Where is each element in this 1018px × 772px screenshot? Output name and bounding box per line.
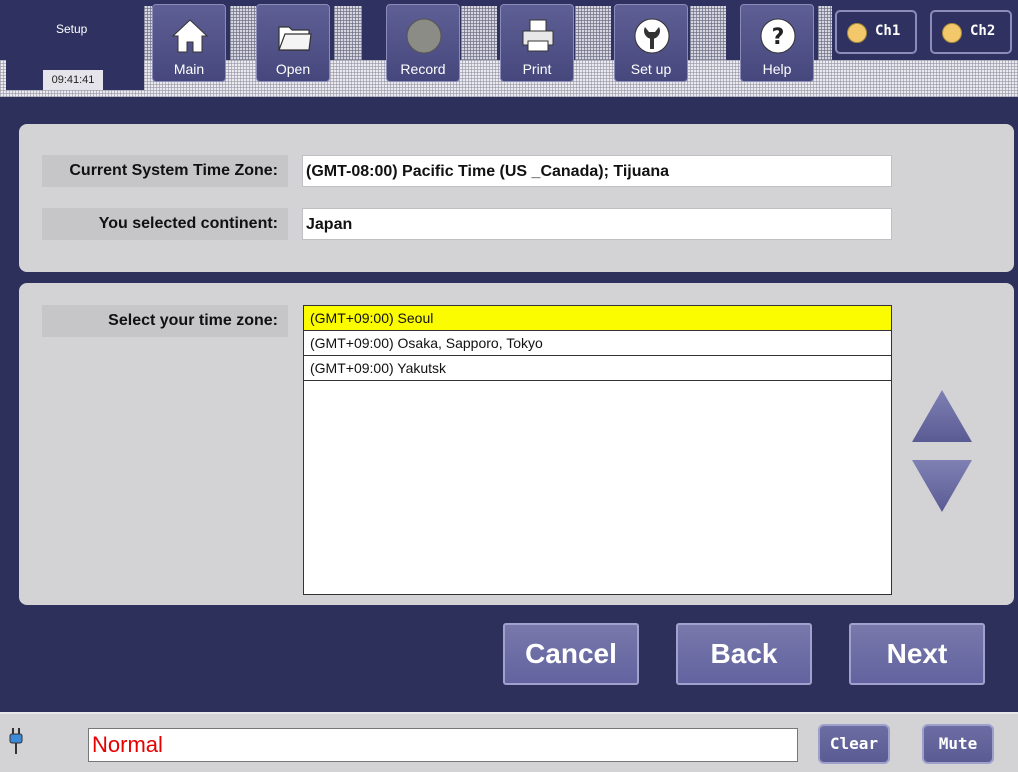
- toolbar-grid-pad: [818, 6, 832, 60]
- toolbar-grid-pad: [575, 6, 611, 60]
- wrench-icon: [634, 18, 670, 54]
- channel-2-label: Ch2: [970, 23, 996, 39]
- timezone-option[interactable]: (GMT+09:00) Yakutsk: [304, 356, 891, 381]
- toolbar-grid-pad: [334, 6, 362, 60]
- timezone-option[interactable]: (GMT+09:00) Osaka, Sapporo, Tokyo: [304, 331, 891, 356]
- record-button-label: Record: [400, 61, 446, 77]
- current-zone-panel: [19, 124, 1014, 272]
- mute-button[interactable]: Mute: [922, 724, 994, 764]
- plug-icon: [9, 728, 23, 754]
- open-button[interactable]: Open: [256, 4, 330, 82]
- print-button-label: Print: [522, 61, 552, 77]
- current-zone-label: Current System Time Zone:: [42, 155, 288, 187]
- arrow-down-icon: [912, 460, 972, 512]
- print-button[interactable]: Print: [500, 4, 574, 82]
- top-toolbar: Setup 09:41:41 Main Open Record Print Se…: [0, 0, 1018, 97]
- svg-text:?: ?: [772, 25, 785, 50]
- clock: 09:41:41: [43, 70, 103, 90]
- setup-button[interactable]: Set up: [614, 4, 688, 82]
- printer-icon: [522, 19, 554, 52]
- toolbar-grid-pad: [461, 6, 497, 60]
- continent-label: You selected continent:: [42, 208, 288, 240]
- clear-button[interactable]: Clear: [818, 724, 890, 764]
- help-button[interactable]: ? Help: [740, 4, 814, 82]
- status-message: Normal: [88, 728, 798, 762]
- folder-icon: [278, 26, 312, 51]
- back-button[interactable]: Back: [676, 623, 812, 685]
- mode-label: Setup: [56, 22, 88, 36]
- toolbar-grid-pad: [144, 6, 152, 60]
- main-button[interactable]: Main: [152, 4, 226, 82]
- channel-2-button[interactable]: Ch2: [930, 10, 1012, 54]
- channel-indicator-icon: [847, 23, 867, 43]
- record-button[interactable]: Record: [386, 4, 460, 82]
- setup-button-label: Set up: [630, 61, 672, 77]
- home-icon: [171, 19, 209, 53]
- status-bar: Normal Clear Mute: [0, 712, 1018, 772]
- toolbar-grid-pad: [690, 6, 726, 60]
- timezone-list: (GMT+09:00) Seoul (GMT+09:00) Osaka, Sap…: [303, 305, 892, 595]
- main-button-label: Main: [173, 61, 205, 77]
- continent-value: Japan: [302, 208, 892, 240]
- help-icon: ?: [760, 18, 796, 54]
- status-box: Setup 09:41:41: [6, 6, 144, 90]
- arrow-up-icon: [912, 390, 972, 442]
- scroll-down-button[interactable]: [910, 458, 974, 514]
- channel-1-button[interactable]: Ch1: [835, 10, 917, 54]
- timezone-option[interactable]: (GMT+09:00) Seoul: [304, 306, 891, 331]
- zone-select-label: Select your time zone:: [42, 305, 288, 337]
- channel-indicator-icon: [942, 23, 962, 43]
- scroll-up-button[interactable]: [910, 388, 974, 444]
- cancel-button[interactable]: Cancel: [503, 623, 639, 685]
- record-icon: [406, 18, 442, 54]
- channel-1-label: Ch1: [875, 23, 901, 39]
- next-button[interactable]: Next: [849, 623, 985, 685]
- open-button-label: Open: [275, 61, 311, 77]
- toolbar-grid-pad: [230, 6, 256, 60]
- help-button-label: Help: [762, 61, 792, 77]
- current-zone-value: (GMT-08:00) Pacific Time (US _Canada); T…: [302, 155, 892, 187]
